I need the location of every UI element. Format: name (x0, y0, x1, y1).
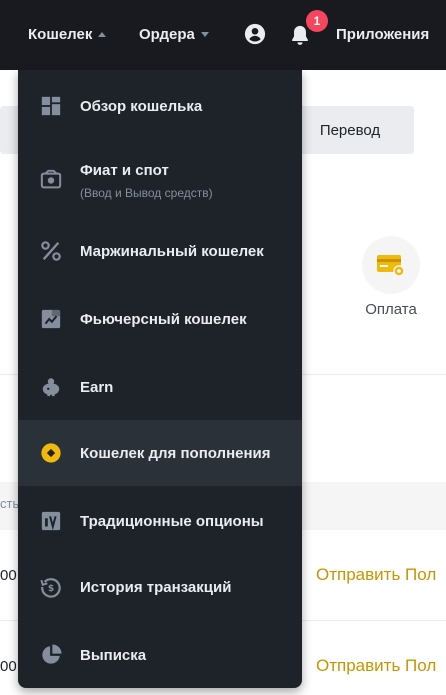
percent-icon (41, 241, 61, 261)
caret-up-icon (98, 31, 107, 37)
menu-item-transaction-history[interactable]: $ История транзакций (18, 554, 302, 620)
table-row-value: 00 (0, 567, 17, 584)
menu-item-statement[interactable]: Выписка (18, 622, 302, 688)
pay-label: Оплата (365, 301, 417, 318)
menu-item-wallet-overview[interactable]: Обзор кошелька (18, 73, 302, 139)
dashboard-icon (41, 96, 61, 116)
table-header-text: сть (0, 496, 20, 511)
nav-orders[interactable]: Ордера (139, 22, 209, 46)
wallet-dropdown-menu: Обзор кошелька Фиат и спот (Ввод и Вывод… (18, 70, 302, 688)
fiat-spot-icon (40, 169, 62, 189)
futures-icon (41, 309, 61, 329)
menu-item-label: Традиционные опционы (80, 512, 264, 530)
caret-down-icon (200, 31, 209, 37)
nav-apps[interactable]: Приложения (336, 22, 429, 46)
nav-wallet-label: Кошелек (28, 25, 93, 43)
row-action-link[interactable]: Отправить Пол (316, 565, 436, 585)
menu-item-margin-wallet[interactable]: Маржинальный кошелек (18, 218, 302, 284)
piggy-bank-icon (42, 378, 60, 397)
menu-item-label: Маржинальный кошелек (80, 242, 264, 260)
menu-item-label: История транзакций (80, 578, 232, 596)
options-icon (41, 511, 61, 531)
menu-item-funding-wallet[interactable]: Кошелек для пополнения (18, 420, 302, 486)
user-profile-icon[interactable] (244, 23, 266, 45)
menu-item-label: Обзор кошелька (80, 97, 203, 115)
nav-orders-label: Ордера (139, 25, 195, 43)
payment-card-icon (377, 255, 405, 277)
nav-apps-label: Приложения (336, 25, 430, 43)
pay-button[interactable] (362, 236, 420, 294)
menu-item-label: Earn (80, 378, 114, 396)
menu-item-traditional-options[interactable]: Традиционные опционы (18, 488, 302, 554)
menu-item-label: Выписка (80, 646, 147, 664)
menu-item-futures-wallet[interactable]: Фьючерсный кошелек (18, 286, 302, 352)
statement-icon (42, 644, 62, 664)
nav-wallet[interactable]: Кошелек (28, 22, 107, 46)
menu-item-sublabel: (Ввод и Вывод средств) (80, 186, 213, 200)
menu-item-label: Фьючерсный кошелек (80, 310, 247, 328)
funding-icon (41, 443, 61, 463)
menu-item-label: Фиат и спот (80, 162, 169, 179)
table-row-value: 00 (0, 658, 17, 675)
history-icon: $ (40, 578, 61, 598)
menu-item-earn[interactable]: Earn (18, 354, 302, 420)
top-nav-bar: Кошелек Ордера 1 Приложения (0, 0, 446, 70)
menu-item-fiat-spot[interactable]: Фиат и спот (Ввод и Вывод средств) (18, 144, 302, 216)
menu-item-label: Кошелек для пополнения (80, 444, 271, 462)
row-action-link[interactable]: Отправить Пол (316, 656, 436, 676)
notifications-button[interactable]: 1 (289, 10, 328, 50)
transfer-button[interactable]: Перевод (286, 106, 414, 154)
svg-text:$: $ (48, 583, 54, 594)
notification-count-badge: 1 (306, 10, 328, 32)
